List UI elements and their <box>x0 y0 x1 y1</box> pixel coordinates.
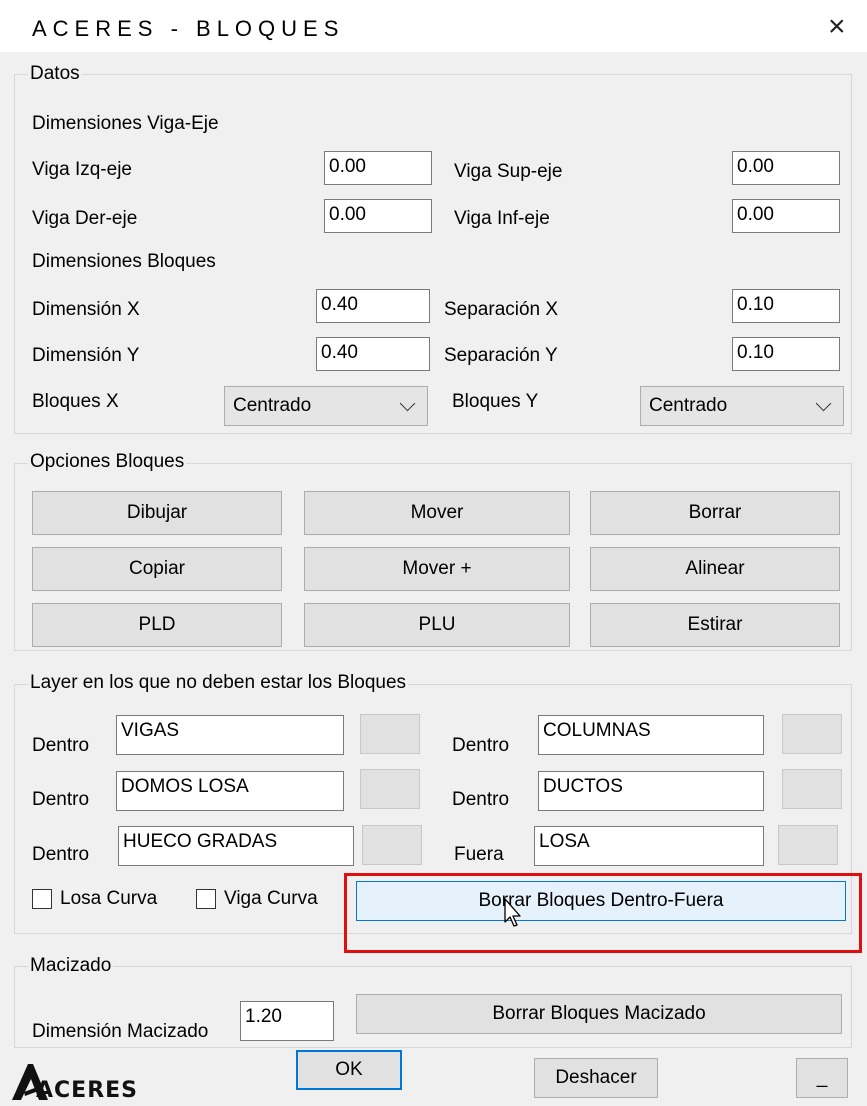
viga-inf-label: Viga Inf-eje <box>454 208 550 229</box>
viga-izq-input[interactable]: 0.00 <box>324 151 432 185</box>
bloques-y-select[interactable]: Centrado <box>640 386 844 426</box>
viga-sup-input[interactable]: 0.00 <box>732 151 840 185</box>
chevron-down-icon <box>399 395 416 411</box>
bloques-y-value: Centrado <box>649 395 728 416</box>
bloques-x-select[interactable]: Centrado <box>224 386 428 426</box>
ok-button[interactable]: OK <box>296 1050 402 1090</box>
bloques-y-label: Bloques Y <box>452 391 539 412</box>
close-icon[interactable]: × <box>828 12 846 42</box>
layer-dentro-label: Dentro <box>452 735 510 756</box>
layer-dentro-label: Dentro <box>452 789 510 810</box>
plu-button[interactable]: PLU <box>304 603 570 647</box>
mover-plus-button[interactable]: Mover + <box>304 547 570 591</box>
losa-curva-label: Losa Curva <box>60 888 158 909</box>
borrar-dentro-fuera-button[interactable]: Borrar Bloques Dentro-Fuera <box>356 881 846 921</box>
viga-sup-label: Viga Sup-eje <box>454 161 563 182</box>
dibujar-button[interactable]: Dibujar <box>32 491 282 535</box>
layer-domos-input[interactable]: DOMOS LOSA <box>116 771 344 811</box>
viga-curva-checkbox[interactable] <box>196 889 216 909</box>
bloques-x-label: Bloques X <box>32 391 119 412</box>
dim-y-input[interactable]: 0.40 <box>316 337 430 371</box>
viga-eje-heading: Dimensiones Viga-Eje <box>32 113 219 134</box>
mouse-cursor-icon <box>504 898 521 927</box>
layer-hueco-input[interactable]: HUECO GRADAS <box>118 826 354 866</box>
layer-color-button[interactable] <box>360 769 420 809</box>
viga-izq-label: Viga Izq-eje <box>32 159 132 180</box>
sep-y-input[interactable]: 0.10 <box>732 337 840 371</box>
layer-fuera-label: Fuera <box>454 844 504 865</box>
opciones-legend: Opciones Bloques <box>28 451 187 473</box>
aceres-logo-text: ACERES <box>36 1078 139 1103</box>
deshacer-button[interactable]: Deshacer <box>534 1058 658 1098</box>
layer-color-button[interactable] <box>778 825 838 865</box>
sep-x-input[interactable]: 0.10 <box>732 289 840 323</box>
datos-legend: Datos <box>28 63 82 85</box>
losa-curva-checkbox[interactable] <box>32 889 52 909</box>
dim-macizado-label: Dimensión Macizado <box>32 1021 209 1042</box>
dim-x-input[interactable]: 0.40 <box>316 289 430 323</box>
layers-legend: Layer en los que no deben estar los Bloq… <box>28 672 409 694</box>
aceres-logo: ACERES <box>10 1060 174 1106</box>
layer-color-button[interactable] <box>782 714 842 754</box>
dim-y-label: Dimensión Y <box>32 345 140 366</box>
layer-dentro-label: Dentro <box>32 735 90 756</box>
alinear-button[interactable]: Alinear <box>590 547 840 591</box>
viga-der-input[interactable]: 0.00 <box>324 199 432 233</box>
viga-der-label: Viga Der-eje <box>32 208 138 229</box>
viga-curva-label: Viga Curva <box>224 888 318 909</box>
bloques-x-value: Centrado <box>233 395 312 416</box>
borrar-macizado-button[interactable]: Borrar Bloques Macizado <box>356 994 842 1034</box>
sep-x-label: Separación X <box>444 299 559 320</box>
layer-vigas-input[interactable]: VIGAS <box>116 715 344 755</box>
mover-button[interactable]: Mover <box>304 491 570 535</box>
viga-inf-input[interactable]: 0.00 <box>732 199 840 233</box>
chevron-down-icon <box>815 395 832 411</box>
dim-bloques-heading: Dimensiones Bloques <box>32 251 216 272</box>
sep-y-label: Separación Y <box>444 345 558 366</box>
dim-x-label: Dimensión X <box>32 299 140 320</box>
layer-color-button[interactable] <box>782 769 842 809</box>
copiar-button[interactable]: Copiar <box>32 547 282 591</box>
layer-columnas-input[interactable]: COLUMNAS <box>538 715 764 755</box>
minimize-button[interactable]: _ <box>796 1058 848 1098</box>
window-title: ACERES - BLOQUES <box>32 16 345 41</box>
layer-color-button[interactable] <box>360 714 420 754</box>
borrar-button[interactable]: Borrar <box>590 491 840 535</box>
pld-button[interactable]: PLD <box>32 603 282 647</box>
estirar-button[interactable]: Estirar <box>590 603 840 647</box>
dim-macizado-input[interactable]: 1.20 <box>240 1001 334 1041</box>
macizado-legend: Macizado <box>28 955 114 977</box>
layer-color-button[interactable] <box>362 825 422 865</box>
layer-losa-input[interactable]: LOSA <box>534 826 764 866</box>
layer-ductos-input[interactable]: DUCTOS <box>538 771 764 811</box>
layer-dentro-label: Dentro <box>32 844 90 865</box>
layer-dentro-label: Dentro <box>32 789 90 810</box>
